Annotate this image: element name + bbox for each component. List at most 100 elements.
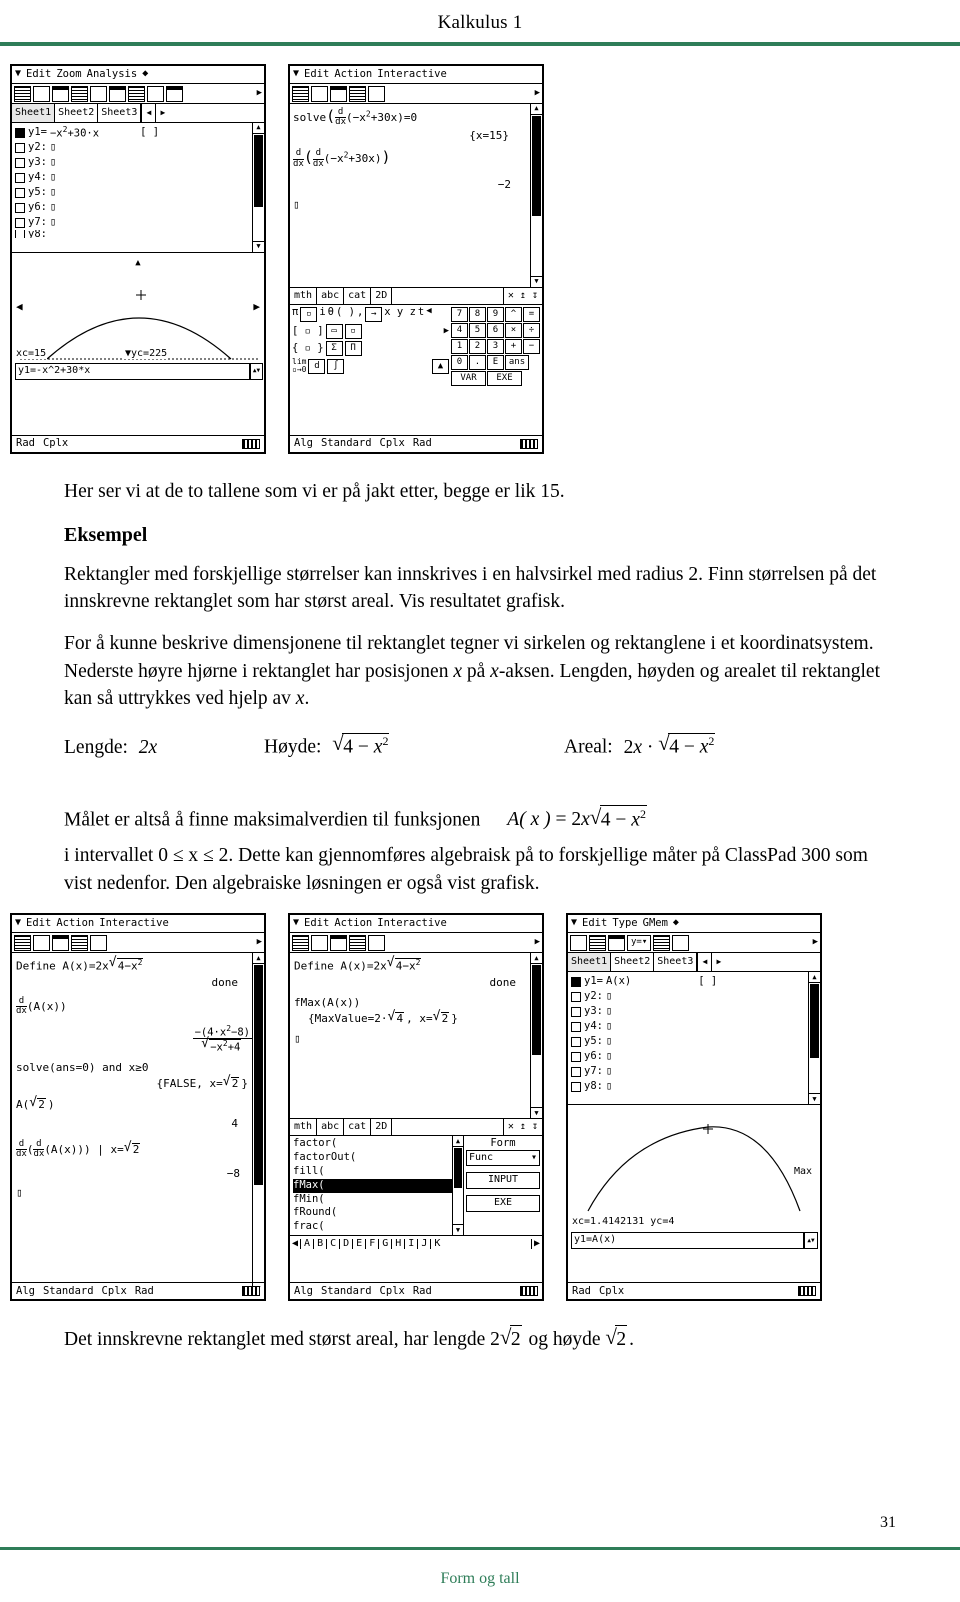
toolbar-icon-5[interactable] [368,85,385,102]
calc-work-area[interactable]: Define A(x)=2x √ 4−x2 done fMax(A(x)) {Max… [290,953,542,1119]
menu-item-edit[interactable]: Edit [304,68,329,80]
tab-sheet1[interactable]: Sheet1 [568,953,612,972]
key-pow[interactable]: ▫ [344,324,362,339]
menu-item-action[interactable]: Action [334,918,372,929]
key-5[interactable]: 5 [469,323,486,338]
toolbar-icon-3[interactable] [52,934,69,951]
toolbar-icon-9[interactable] [166,85,183,102]
letter-row[interactable]: ◀ A B C D E F G H I J K ▶ [290,1235,542,1252]
catalog-item[interactable]: fill( [293,1165,460,1179]
tab-sheet3[interactable]: Sheet3 [98,104,142,122]
menu-item-action[interactable]: Action [56,918,94,929]
kbd-tab-2d[interactable]: 2D [371,288,393,304]
key-4[interactable]: 4 [451,323,468,338]
menu-item-edit[interactable]: Edit [26,68,51,80]
graph-entry-field[interactable]: y1=A(x) [571,1232,804,1250]
toolbar-icon-2[interactable] [311,934,328,951]
key-dot[interactable]: . [469,355,486,370]
work-scrollbar[interactable]: ▲ ▼ [530,953,542,1119]
key-arrow[interactable]: → [365,307,383,322]
key-pi-prod[interactable]: Π [344,341,362,356]
key-2[interactable]: 2 [469,339,486,354]
key-bracket[interactable]: [ ▫ ] [292,325,324,337]
menu-item-action[interactable]: Action [334,68,372,80]
scroll-up-icon[interactable]: ▲ [253,953,264,965]
kbd-tab-mth[interactable]: mth [290,288,318,304]
letter-i[interactable]: I [404,1238,417,1250]
menu-bar[interactable]: ▼ Edit Action Interactive [290,915,542,934]
list-item[interactable]: y8: ▯ [571,1079,817,1094]
key-box[interactable]: ▫ [300,307,318,322]
toolbar-icon-1[interactable] [570,934,587,951]
tab-next-button[interactable]: ▶ [155,104,169,122]
checkbox-icon[interactable] [571,1066,581,1077]
catalog-form-panel[interactable]: Form Func ▾ INPUT EXE [464,1136,542,1235]
key-right-arrow-icon[interactable]: ▶ [444,326,449,336]
letter-k[interactable]: K [430,1238,443,1250]
soft-keyboard[interactable]: mth abc cat 2D ✕ ↥ ↧ π ▫ i θ ( ) , → x y… [290,287,542,388]
sheet-tabs[interactable]: Sheet1 Sheet2 Sheet3 ◀ ▶ [12,104,264,123]
work-scrollbar[interactable]: ▲ ▼ [252,953,264,1294]
checkbox-icon[interactable] [571,1021,581,1032]
toolbar-expand-icon[interactable]: ▶ [257,88,262,98]
keyboard-numpad[interactable]: 7 8 9 ^ = 4 5 6 × ÷ 1 2 3 + − 0 . E ans … [451,305,542,388]
scroll-up-icon[interactable]: ▲ [531,104,542,115]
catalog-item[interactable]: factor( [293,1137,460,1151]
tab-sheet1[interactable]: Sheet1 [12,104,56,122]
catalog-item[interactable]: frac( [293,1220,460,1234]
scroll-thumb[interactable] [532,116,541,216]
tab-prev-button[interactable]: ◀ [697,953,711,972]
menu-item-edit[interactable]: Edit [26,918,51,929]
toolbar-icons[interactable]: ▶ [290,84,542,104]
menu-item-interactive[interactable]: Interactive [377,68,447,80]
toolbar-icon-2[interactable] [311,85,328,102]
toolbar-icon-8[interactable] [147,85,164,102]
scroll-up-icon[interactable]: ▲ [809,972,820,984]
toolbar-icon-2[interactable] [33,934,50,951]
list-item[interactable]: y3: ▯ [15,155,261,170]
catalog-scrollbar[interactable]: ▲ ▼ [452,1136,463,1236]
list-scrollbar[interactable]: ▲ ▼ [808,972,820,1105]
scroll-down-icon[interactable]: ▼ [253,241,264,252]
letter-prev-icon[interactable]: ◀ [290,1238,300,1250]
checkbox-icon[interactable] [571,1006,581,1017]
toolbar-icon-5[interactable] [90,85,107,102]
kbd-tab-mth[interactable]: mth [290,1119,318,1136]
key-lim[interactable]: lim ▫→0 [292,357,306,375]
toolbar-icon-7[interactable] [128,85,145,102]
menu-item-analysis[interactable]: Analysis [87,68,138,80]
key-1[interactable]: 1 [451,339,468,354]
kbd-tab-cat[interactable]: cat [344,288,372,304]
scroll-thumb[interactable] [454,1148,462,1189]
key-i[interactable]: i [319,306,325,322]
list-item[interactable]: y2: ▯ [15,140,261,155]
scroll-up-icon[interactable]: ▲ [253,123,264,134]
scroll-thumb[interactable] [532,965,541,1056]
keyboard-left-pad[interactable]: π ▫ i θ ( ) , → x y z t ◀ [ ▫ ] ▭ ▫ ▶ {… [290,305,451,388]
letter-h[interactable]: H [391,1238,404,1250]
checkbox-icon[interactable] [571,1036,581,1047]
toolbar-icon-2[interactable] [589,934,606,951]
letter-j[interactable]: J [417,1238,430,1250]
calc-work-area[interactable]: Define A(x)=2x √ 4−x2 done d dx (A(x)) −(4·x… [12,953,264,1294]
list-item[interactable]: y7: ▯ [15,215,261,230]
toolbar-expand-icon[interactable]: ▶ [257,937,262,947]
work-scrollbar[interactable]: ▲ ▼ [530,104,542,287]
catalog-item[interactable]: factorOut( [293,1151,460,1165]
letter-next-icon[interactable]: ▶ [530,1238,542,1250]
key-paren[interactable]: ( ) [336,306,355,322]
key-sigma[interactable]: Σ [325,341,343,356]
kbd-tab-abc[interactable]: abc [317,1119,345,1136]
kbd-arrow-icons[interactable]: ✕ ↥ ↧ [502,288,542,304]
toolbar-icon-3[interactable] [330,934,347,951]
key-theta[interactable]: θ [328,306,334,322]
key-6[interactable]: 6 [487,323,504,338]
key-power[interactable]: ^ [505,307,522,322]
toolbar-expand-icon[interactable]: ▶ [535,88,540,98]
toolbar-expand-icon[interactable]: ▶ [535,937,540,947]
scroll-down-icon[interactable]: ▼ [531,276,542,287]
key-pi[interactable]: π [292,306,298,322]
numpad-row-2[interactable]: 4 5 6 × ÷ [451,323,540,338]
menu-item-edit[interactable]: Edit [582,918,607,929]
key-9[interactable]: 9 [487,307,504,322]
